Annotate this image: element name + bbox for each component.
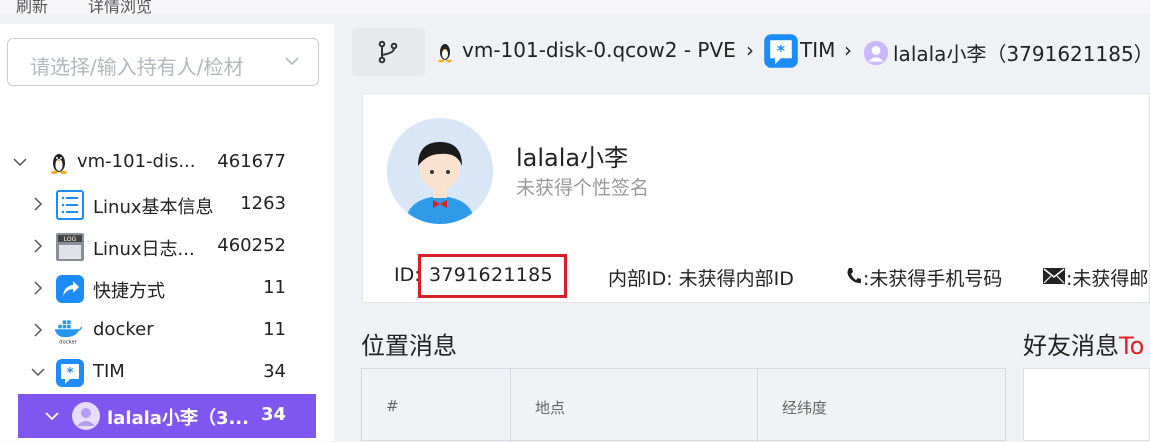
location-section-title: 位置消息 [361, 332, 457, 360]
linux-penguin-icon [51, 154, 67, 175]
detail-view-button[interactable]: 详情浏览 [88, 0, 152, 14]
docker-icon: docker [54, 320, 83, 345]
shortcut-icon [56, 275, 84, 303]
tree-item-lalala-user[interactable]: lalala小李（3... 34 [18, 394, 316, 438]
tree-item-tim[interactable]: * TIM 34 [0, 352, 334, 394]
column-header-label: 地点 [535, 399, 566, 417]
column-header-label: # [386, 397, 399, 415]
tree-item-count: 11 [263, 319, 286, 340]
tree-item-count: 1263 [240, 193, 286, 214]
column-header-index[interactable]: # [362, 369, 511, 442]
tree-item-label: docker [93, 319, 154, 340]
breadcrumb-separator: › [844, 38, 852, 62]
profile-card: lalala小李 未获得个性签名 ID: 3791621185 内部ID: 未获… [362, 93, 1150, 303]
linux-penguin-icon [438, 44, 452, 63]
column-header-label: 经纬度 [782, 399, 828, 417]
chevron-right-icon[interactable] [30, 280, 46, 296]
refresh-button[interactable]: 刷新 [16, 0, 48, 14]
chevron-down-icon [285, 57, 299, 66]
chevron-down-icon[interactable] [12, 154, 28, 170]
tree-item-count: 34 [260, 404, 286, 425]
friend-message-panel [1023, 368, 1150, 441]
tree-item-label: TIM [93, 361, 125, 382]
user-avatar-icon [863, 40, 889, 66]
cartoon-avatar-icon [387, 118, 493, 224]
tree-item-shortcut[interactable]: 快捷方式 11 [0, 268, 334, 310]
evidence-tree-panel: 请选择/输入持有人/检材 vm-101-dis... 461677 Linux基… [0, 24, 334, 441]
tree-item-label: lalala小李（3... [107, 408, 249, 429]
friend-section-title-suffix: To [1119, 332, 1145, 360]
id-label: ID: [394, 264, 421, 286]
profile-signature: 未获得个性签名 [516, 177, 650, 199]
column-header-place[interactable]: 地点 [511, 369, 758, 442]
friend-section-title: 好友消息To [1023, 326, 1144, 361]
phone-value: :未获得手机号码 [863, 268, 1003, 290]
top-toolbar: 刷新 详情浏览 [0, 0, 1150, 14]
tree-item-count: 460252 [217, 235, 286, 256]
breadcrumb-item-tim[interactable]: TIM [800, 38, 835, 62]
svg-text:LOG: LOG [64, 236, 77, 243]
tree-item-docker[interactable]: docker docker 11 [0, 310, 334, 352]
tree-item-label: 快捷方式 [93, 281, 165, 302]
email-value: :未获得邮 [1066, 268, 1149, 290]
git-branch-icon [378, 40, 398, 64]
chevron-down-icon[interactable] [44, 408, 60, 424]
chevron-right-icon[interactable] [30, 322, 46, 338]
tree-item-count: 34 [263, 361, 286, 382]
owner-select[interactable]: 请选择/输入持有人/检材 [7, 38, 319, 86]
breadcrumb-item-user[interactable]: lalala小李（3791621185） [893, 38, 1150, 67]
mail-icon [1043, 268, 1065, 284]
breadcrumb-item-disk[interactable]: vm-101-disk-0.qcow2 - PVE [462, 38, 736, 62]
chevron-right-icon[interactable] [30, 238, 46, 254]
tree-item-label: Linux基本信息 [93, 197, 214, 218]
owner-select-placeholder: 请选择/输入持有人/检材 [30, 55, 244, 79]
id-value: 3791621185 [429, 264, 553, 286]
chevron-right-icon[interactable] [30, 196, 46, 212]
phone-icon [847, 268, 861, 284]
location-table-header: # 地点 经纬度 [361, 368, 1006, 442]
column-header-coords[interactable]: 经纬度 [758, 369, 1005, 442]
tree-item-vm-disk[interactable]: vm-101-dis... 461677 [0, 142, 334, 184]
svg-text:*: * [777, 42, 785, 60]
svg-text:docker: docker [59, 339, 78, 345]
friend-section-title-text: 好友消息 [1023, 332, 1119, 360]
tree-item-linux-info[interactable]: Linux基本信息 1263 [0, 184, 334, 226]
tree-item-label: Linux日志... [93, 239, 195, 260]
profile-name: lalala小李 [516, 144, 629, 172]
tree-item-label: vm-101-dis... [77, 151, 196, 172]
tree-item-count: 11 [263, 277, 286, 298]
tree-item-count: 461677 [217, 151, 286, 172]
user-avatar-icon [72, 402, 100, 430]
branch-button[interactable] [352, 28, 425, 76]
chevron-down-icon[interactable] [30, 364, 46, 380]
breadcrumb-separator: › [746, 38, 754, 62]
profile-avatar [387, 118, 493, 224]
breadcrumb: vm-101-disk-0.qcow2 - PVE › * TIM › lala… [352, 28, 1150, 76]
log-icon: LOG [56, 233, 84, 261]
svg-text:*: * [67, 366, 74, 381]
tim-icon: * [764, 34, 798, 68]
tim-icon: * [56, 359, 84, 387]
tree-item-linux-log[interactable]: LOG Linux日志... 460252 [0, 226, 334, 268]
internal-id: 内部ID: 未获得内部ID [608, 268, 794, 290]
list-doc-icon [56, 190, 84, 220]
